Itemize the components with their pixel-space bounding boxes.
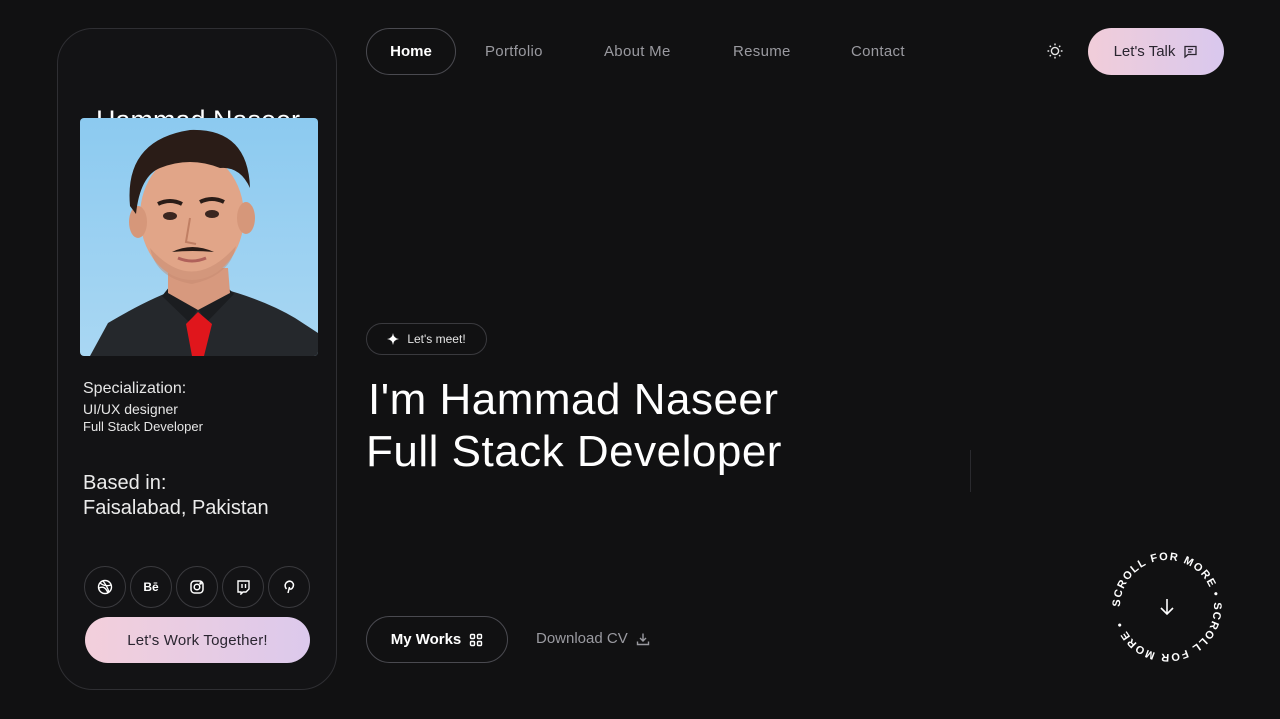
- specialization-item: UI/UX designer: [83, 401, 178, 417]
- specialization-label: Specialization:: [83, 380, 187, 397]
- sparkle-icon: [387, 333, 400, 345]
- lets-talk-label: Let's Talk: [1113, 43, 1176, 60]
- profile-photo: [80, 118, 318, 356]
- specialization-item: Full Stack Developer: [83, 419, 203, 434]
- hero-subtitle: Full Stack Developer: [366, 427, 782, 476]
- nav-item-resume[interactable]: Resume: [733, 43, 791, 60]
- nav-item-contact[interactable]: Contact: [851, 43, 905, 60]
- behance-link[interactable]: Bē: [130, 566, 172, 608]
- arrow-down-icon: [1160, 599, 1174, 616]
- pinterest-link[interactable]: [268, 566, 310, 608]
- lets-meet-badge: Let's meet!: [366, 323, 487, 355]
- social-links: Bē: [84, 566, 310, 608]
- dribbble-link[interactable]: [84, 566, 126, 608]
- theme-toggle-button[interactable]: [1044, 40, 1066, 62]
- download-cv-button[interactable]: Download CV: [536, 630, 650, 647]
- twitch-icon: [237, 580, 250, 595]
- lets-meet-label: Let's meet!: [407, 332, 466, 346]
- dribbble-icon: [97, 579, 113, 595]
- scroll-for-more-button[interactable]: SCROLL FOR MORE • SCROLL FOR MORE •: [1110, 550, 1224, 664]
- based-in-label: Based in:: [83, 472, 167, 494]
- profile-card: Hammad Naseer: [57, 28, 337, 690]
- pinterest-icon: [284, 580, 295, 594]
- hero-title: I'm Hammad Naseer: [368, 375, 779, 424]
- behance-icon: Bē: [143, 580, 159, 594]
- divider: [970, 450, 971, 492]
- work-together-button[interactable]: Let's Work Together!: [85, 617, 310, 663]
- grid-icon: [470, 633, 483, 646]
- my-works-label: My Works: [390, 631, 462, 648]
- nav-item-about-me[interactable]: About Me: [604, 43, 671, 60]
- instagram-icon: [190, 580, 204, 594]
- twitch-link[interactable]: [222, 566, 264, 608]
- nav-item-home[interactable]: Home: [366, 28, 456, 75]
- my-works-button[interactable]: My Works: [366, 616, 508, 663]
- sun-icon: [1047, 43, 1063, 59]
- instagram-link[interactable]: [176, 566, 218, 608]
- portfolio-page: Hammad Naseer: [0, 0, 1280, 719]
- download-cv-label: Download CV: [536, 630, 628, 647]
- download-icon: [636, 633, 649, 645]
- chat-icon: [1184, 45, 1198, 59]
- lets-talk-button[interactable]: Let's Talk: [1088, 28, 1224, 75]
- nav-item-portfolio[interactable]: Portfolio: [485, 43, 543, 60]
- based-in-value: Faisalabad, Pakistan: [83, 497, 269, 519]
